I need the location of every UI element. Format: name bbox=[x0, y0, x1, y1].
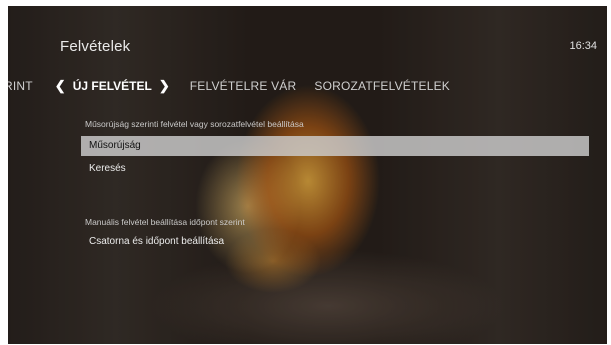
clock: 16:34 bbox=[569, 40, 597, 52]
tv-screen: Felvételek 16:34 RINT ❮ ÚJ FELVÉTEL ❯ FE… bbox=[8, 6, 607, 344]
tab-scheduled[interactable]: FELVÉTELRE VÁR bbox=[190, 79, 297, 93]
menu-item-channel-time[interactable]: Csatorna és időpont beállítása bbox=[81, 232, 589, 252]
section-label-manual: Manuális felvétel beállítása időpont sze… bbox=[85, 217, 245, 227]
section-label-guide: Műsorújság szerinti felvétel vagy soroza… bbox=[85, 119, 304, 129]
tab-bar: RINT ❮ ÚJ FELVÉTEL ❯ FELVÉTELRE VÁR SORO… bbox=[8, 77, 607, 95]
menu-item-search[interactable]: Keresés bbox=[81, 159, 589, 179]
chevron-left-icon[interactable]: ❮ bbox=[55, 78, 66, 94]
tab-new-recording[interactable]: ❮ ÚJ FELVÉTEL ❯ bbox=[55, 78, 170, 94]
menu-item-epg[interactable]: Műsorújság bbox=[81, 136, 589, 156]
chevron-right-icon[interactable]: ❯ bbox=[159, 78, 170, 94]
tab-previous-partial[interactable]: RINT bbox=[8, 79, 33, 93]
page-title: Felvételek bbox=[60, 38, 131, 55]
tab-series-recordings[interactable]: SOROZATFELVÉTELEK bbox=[314, 79, 450, 93]
recordings-menu: Felvételek 16:34 RINT ❮ ÚJ FELVÉTEL ❯ FE… bbox=[8, 6, 607, 344]
tab-new-recording-label: ÚJ FELVÉTEL bbox=[72, 79, 152, 93]
